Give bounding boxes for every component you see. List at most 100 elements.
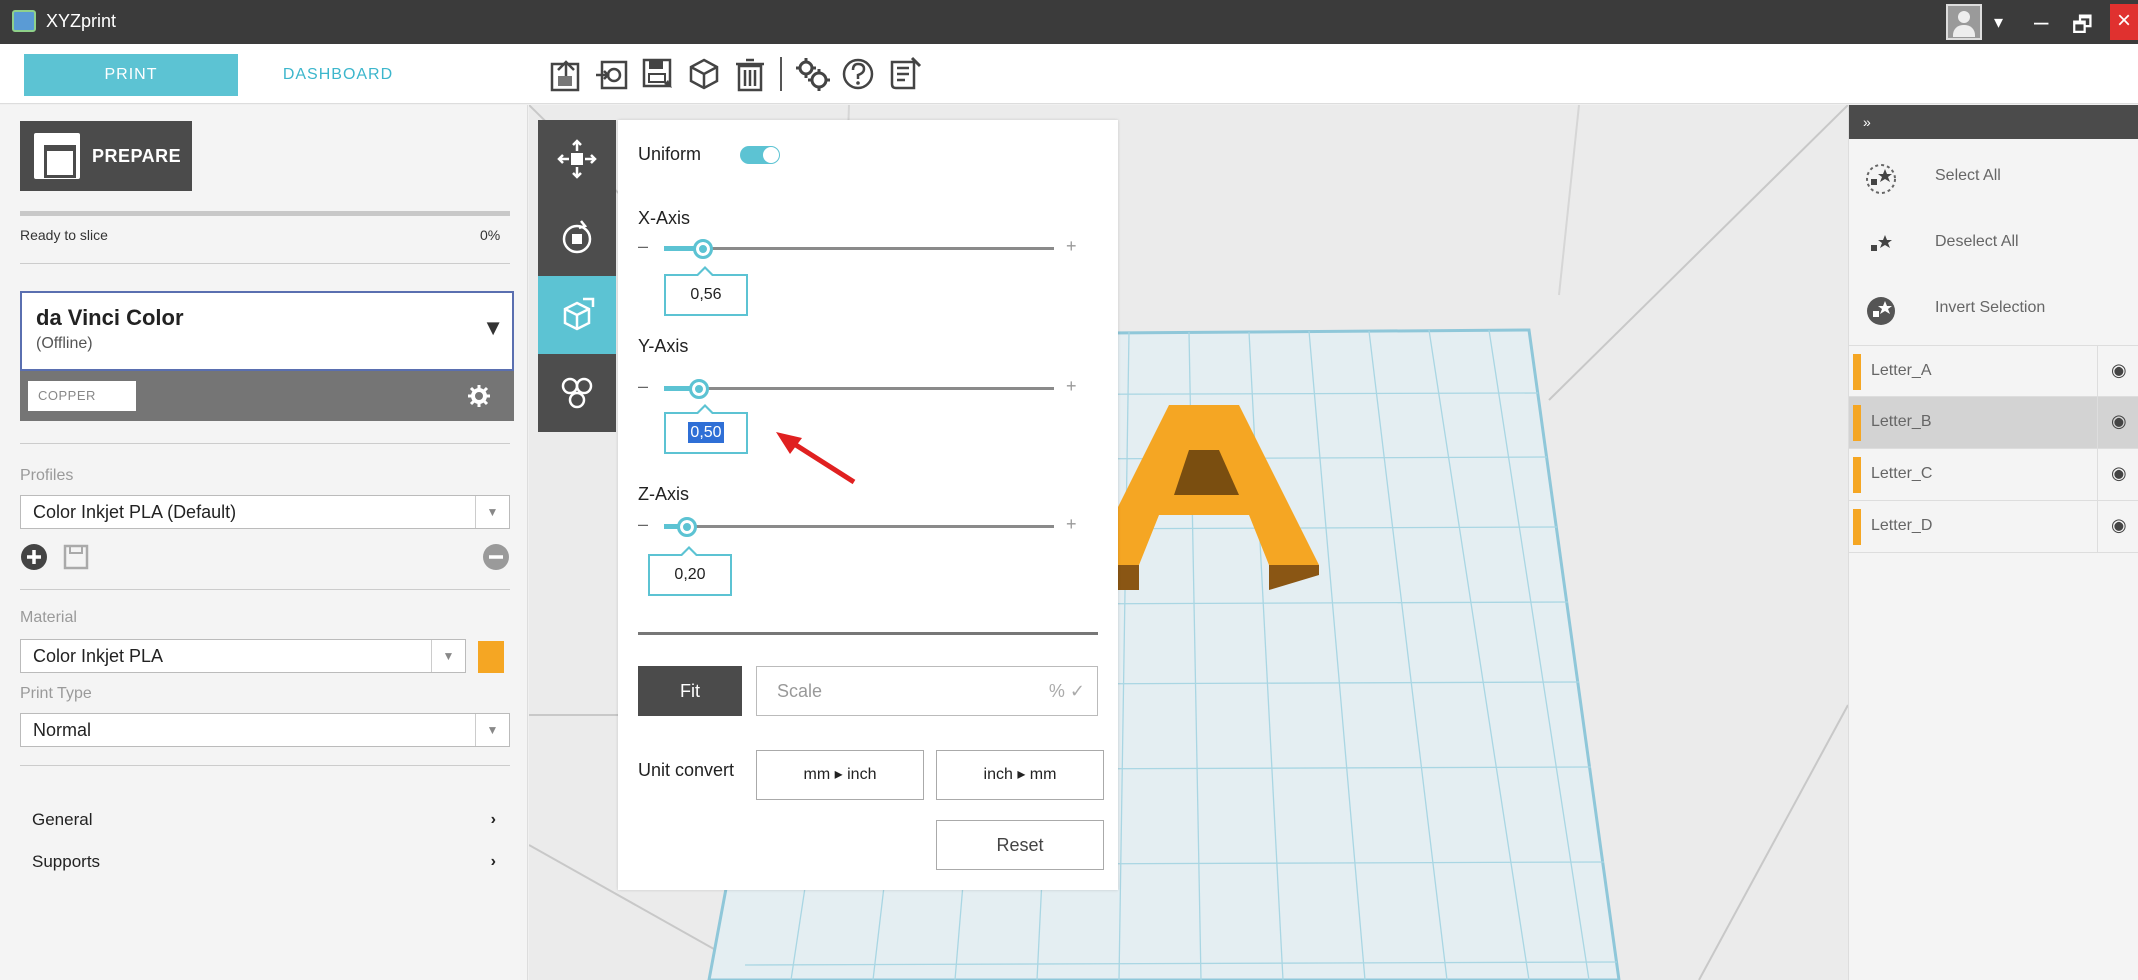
restore-button[interactable]: 🗗 bbox=[2072, 8, 2093, 46]
reset-button[interactable]: Reset bbox=[936, 820, 1104, 870]
select-all-button[interactable]: Select All bbox=[1849, 145, 2138, 211]
y-axis-label: Y-Axis bbox=[638, 336, 689, 356]
mm-to-inch-button[interactable]: mm ▸ inch bbox=[756, 750, 924, 800]
rotate-tool-button[interactable] bbox=[538, 198, 616, 276]
printer-selector[interactable]: da Vinci Color (Offline) ▼ bbox=[20, 291, 514, 371]
tab-dashboard[interactable]: DASHBOARD bbox=[238, 54, 438, 96]
toolbar bbox=[546, 52, 930, 96]
app-icon bbox=[12, 10, 36, 32]
transform-tool-column bbox=[538, 120, 616, 432]
object-row-letter-d[interactable]: Letter_D ◉ bbox=[1849, 501, 2138, 553]
z-decrease-icon[interactable]: – bbox=[638, 514, 648, 535]
help-icon[interactable] bbox=[838, 54, 878, 94]
x-axis-value[interactable]: 0,56 bbox=[664, 266, 748, 316]
scale-input-placeholder: Scale bbox=[777, 681, 823, 701]
visibility-eye-icon[interactable]: ◉ bbox=[2111, 515, 2127, 536]
slider-track bbox=[664, 517, 1054, 537]
tab-print[interactable]: PRINT bbox=[24, 54, 238, 96]
collapse-panel-button[interactable]: » bbox=[1849, 105, 2138, 139]
rotate-icon bbox=[562, 220, 592, 254]
scale-tool-button[interactable] bbox=[538, 276, 616, 354]
divider bbox=[2097, 501, 2098, 553]
slider-knob[interactable] bbox=[677, 517, 698, 537]
z-axis-value[interactable]: 0,20 bbox=[648, 546, 732, 596]
app-title: XYZprint bbox=[46, 11, 117, 31]
annotation-arrow-icon bbox=[776, 432, 856, 485]
divider bbox=[20, 443, 510, 444]
toolbar-separator bbox=[780, 57, 782, 91]
remove-profile-icon[interactable] bbox=[482, 543, 510, 571]
move-tool-button[interactable] bbox=[538, 120, 616, 198]
y-decrease-icon[interactable]: – bbox=[638, 376, 648, 397]
z-increase-icon[interactable]: + bbox=[1066, 514, 1077, 535]
deselect-all-icon bbox=[1871, 235, 1892, 251]
object-row-letter-b[interactable]: Letter_B ◉ bbox=[1849, 397, 2138, 449]
scale-icon bbox=[563, 297, 595, 331]
slider-knob[interactable] bbox=[689, 379, 710, 399]
title-bar: XYZprint ▾ – 🗗 × bbox=[0, 0, 2138, 44]
close-button[interactable]: × bbox=[2110, 4, 2138, 40]
select-all-icon bbox=[1866, 164, 1896, 194]
add-profile-icon[interactable] bbox=[20, 543, 48, 571]
y-increase-icon[interactable]: + bbox=[1066, 376, 1077, 397]
slider-knob[interactable] bbox=[693, 239, 713, 259]
visibility-eye-icon[interactable]: ◉ bbox=[2111, 360, 2127, 381]
divider bbox=[20, 263, 510, 264]
user-dropdown-icon[interactable]: ▾ bbox=[1994, 12, 2003, 33]
material-select-value: Color Inkjet PLA bbox=[33, 646, 164, 666]
divider bbox=[20, 765, 510, 766]
move-icon bbox=[557, 139, 597, 179]
object-row-letter-a[interactable]: Letter_A ◉ bbox=[1849, 345, 2138, 398]
invert-selection-button[interactable]: Invert Selection bbox=[1849, 277, 2138, 343]
save-profile-icon[interactable] bbox=[62, 543, 90, 571]
object-color-stripe bbox=[1853, 457, 1861, 493]
material-select[interactable]: Color Inkjet PLA ▼ bbox=[20, 639, 466, 673]
user-account-icon[interactable] bbox=[1946, 4, 1982, 40]
tutorial-icon[interactable] bbox=[884, 54, 924, 94]
unit-convert-label: Unit convert bbox=[638, 760, 735, 780]
print-type-select[interactable]: Normal ▼ bbox=[20, 713, 510, 747]
prepare-button[interactable]: PREPARE bbox=[20, 121, 192, 191]
y-axis-slider[interactable]: – + bbox=[638, 376, 1078, 399]
inch-to-mm-button[interactable]: inch ▸ mm bbox=[936, 750, 1104, 800]
x-increase-icon[interactable]: + bbox=[1066, 236, 1077, 257]
settings-icon[interactable] bbox=[792, 54, 832, 94]
object-row-letter-c[interactable]: Letter_C ◉ bbox=[1849, 449, 2138, 501]
printer-settings-icon[interactable] bbox=[466, 383, 492, 409]
multiply-tool-button[interactable] bbox=[538, 354, 616, 432]
z-axis-value-text: 0,20 bbox=[674, 566, 706, 583]
visibility-eye-icon[interactable]: ◉ bbox=[2111, 463, 2127, 484]
material-color-swatch[interactable] bbox=[478, 641, 504, 673]
delete-icon[interactable] bbox=[730, 54, 770, 94]
menu-general[interactable]: General › bbox=[20, 799, 510, 841]
fit-button[interactable]: Fit bbox=[638, 666, 742, 716]
menu-supports[interactable]: Supports › bbox=[20, 841, 510, 883]
scale-percent-input[interactable]: Scale % ✓ bbox=[756, 666, 1098, 716]
divider bbox=[2097, 346, 2098, 398]
import-icon[interactable] bbox=[546, 54, 586, 94]
chevron-down-icon: ▼ bbox=[475, 714, 509, 746]
x-decrease-icon[interactable]: – bbox=[638, 236, 648, 257]
object-label: Letter_A bbox=[1871, 362, 1932, 379]
menu-supports-label: Supports bbox=[32, 852, 101, 871]
minimize-button[interactable]: – bbox=[2034, 6, 2048, 37]
y-axis-value[interactable]: 0,50 bbox=[664, 404, 748, 454]
uniform-toggle[interactable] bbox=[740, 146, 780, 164]
slice-progress-bar bbox=[20, 211, 510, 216]
printer-dropdown-icon[interactable]: ▼ bbox=[482, 315, 504, 341]
load-icon[interactable] bbox=[592, 54, 632, 94]
x-axis-slider[interactable]: – + bbox=[638, 236, 1078, 259]
visibility-eye-icon[interactable]: ◉ bbox=[2111, 411, 2127, 432]
save-icon[interactable] bbox=[638, 54, 678, 94]
scale-input-suffix: % ✓ bbox=[1048, 681, 1085, 701]
chevron-right-icon: › bbox=[490, 811, 496, 828]
menu-general-label: General bbox=[32, 810, 93, 829]
object-icon[interactable] bbox=[684, 54, 724, 94]
deselect-all-button[interactable]: Deselect All bbox=[1849, 211, 2138, 277]
deselect-all-label: Deselect All bbox=[1935, 233, 2019, 250]
divider bbox=[20, 589, 510, 590]
slider-track bbox=[664, 379, 1054, 399]
profile-select[interactable]: Color Inkjet PLA (Default) ▼ bbox=[20, 495, 510, 529]
x-axis-value-text: 0,56 bbox=[690, 286, 722, 303]
object-color-stripe bbox=[1853, 509, 1861, 545]
